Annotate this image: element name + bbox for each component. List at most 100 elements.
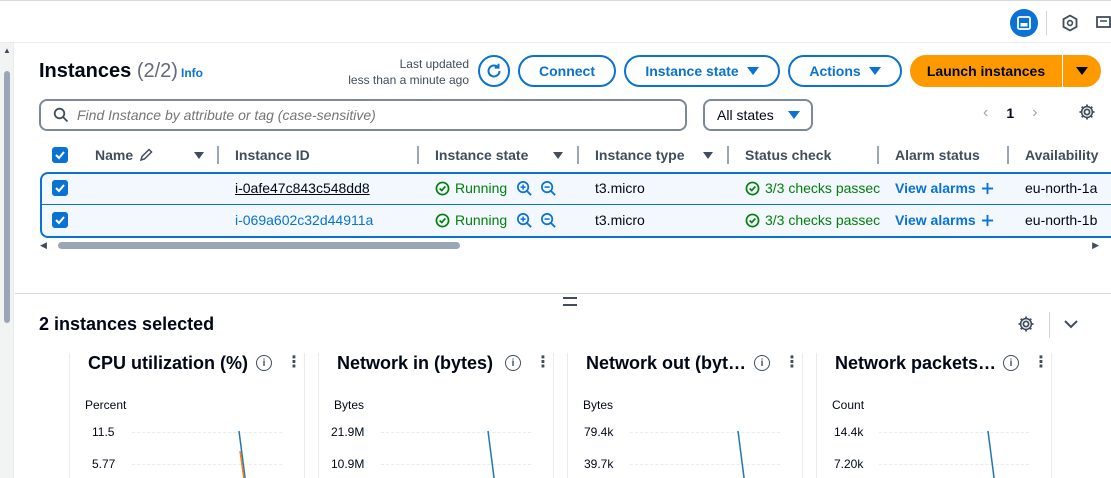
- top-bar: [0, 0, 1111, 43]
- search-icon: [53, 107, 69, 123]
- instance-state-button[interactable]: Instance state: [624, 55, 780, 87]
- status-check-cell: 3/3 checks passec: [745, 178, 880, 198]
- caret-down-icon: [1076, 67, 1088, 75]
- info-link[interactable]: Info: [181, 66, 203, 80]
- instance-state-text: Running: [455, 212, 508, 228]
- plus-icon: [981, 214, 993, 226]
- column-resizer[interactable]: [217, 146, 219, 164]
- page-number[interactable]: 1: [1006, 105, 1014, 121]
- search-input[interactable]: [77, 107, 657, 123]
- scroll-right-icon[interactable]: ▶: [1092, 240, 1099, 251]
- column-name-label: Name: [95, 147, 134, 163]
- metric-card-network-in: Network in (bytes) i ⋮ Bytes 21.9M 10.9M: [318, 353, 554, 478]
- divider: [1046, 11, 1047, 35]
- states-select[interactable]: All states: [703, 99, 813, 131]
- sort-icon[interactable]: [553, 152, 563, 159]
- scroll-thumb[interactable]: [58, 242, 460, 249]
- row-checkbox[interactable]: [52, 180, 68, 196]
- refresh-button[interactable]: [478, 55, 510, 87]
- column-instance-state-label: Instance state: [435, 147, 529, 163]
- selected-title: 2 instances selected: [39, 314, 215, 334]
- column-instance-id[interactable]: Instance ID: [235, 140, 310, 170]
- instance-id-cell[interactable]: i-0afe47c843c548dd8: [235, 178, 370, 198]
- check-circle-icon: [745, 181, 760, 195]
- metric-card-network-out: Network out (byt… i ⋮ Bytes 79.4k 39.7k: [567, 353, 803, 478]
- column-resizer[interactable]: [577, 146, 579, 164]
- horizontal-scrollbar[interactable]: ◀ ▶: [40, 240, 1111, 252]
- column-resizer[interactable]: [877, 146, 879, 164]
- sparkline: [987, 430, 995, 478]
- prev-page-icon[interactable]: ‹: [983, 104, 988, 122]
- last-updated-label: Last updated: [399, 57, 469, 71]
- column-alarm-status-label: Alarm status: [895, 147, 980, 163]
- column-instance-state[interactable]: Instance state: [435, 140, 528, 170]
- plus-icon: [981, 182, 993, 194]
- page-title: Instances (2/2): [39, 60, 178, 83]
- hexagon-icon[interactable]: [1056, 9, 1084, 37]
- column-name[interactable]: Name: [95, 140, 153, 170]
- select-all-checkbox[interactable]: [52, 147, 68, 163]
- view-alarms-label: View alarms: [895, 180, 976, 196]
- column-resizer[interactable]: [727, 146, 729, 164]
- instance-id-link[interactable]: i-0afe47c843c548dd8: [235, 180, 370, 196]
- connect-button[interactable]: Connect: [518, 55, 616, 87]
- feedback-icon[interactable]: [1090, 9, 1111, 37]
- scroll-thumb[interactable]: [4, 71, 10, 323]
- availability-zone-cell: eu-north-1a: [1025, 178, 1097, 198]
- table-header: Name Instance ID Instance state Instance…: [39, 140, 1111, 170]
- search-field[interactable]: [39, 99, 687, 131]
- split-divider: [15, 293, 1111, 294]
- edit-icon: [140, 148, 153, 162]
- column-instance-type[interactable]: Instance type: [595, 140, 684, 170]
- column-availability[interactable]: Availability: [1025, 140, 1098, 170]
- row-checkbox[interactable]: [52, 212, 68, 228]
- metric-card-network-packets: Network packets… i ⋮ Count 14.4k 7.20k: [816, 353, 1052, 478]
- zoom-out-icon[interactable]: [540, 212, 557, 229]
- scroll-up-icon[interactable]: ▲: [3, 46, 11, 55]
- table-settings-icon[interactable]: [1078, 103, 1096, 126]
- view-alarms-link[interactable]: View alarms: [895, 210, 994, 230]
- collapse-chevron-icon[interactable]: [1063, 316, 1079, 337]
- check-circle-icon: [435, 213, 450, 227]
- zoom-in-icon[interactable]: [516, 212, 533, 229]
- launch-instances-label: Launch instances: [926, 63, 1046, 79]
- caret-down-icon: [868, 67, 881, 75]
- zoom-in-icon[interactable]: [516, 180, 533, 197]
- next-page-icon[interactable]: ›: [1032, 104, 1037, 122]
- instance-type-cell: t3.micro: [595, 178, 645, 198]
- column-status-check-label: Status check: [745, 147, 832, 163]
- vertical-scrollbar[interactable]: ▲: [0, 43, 14, 478]
- instance-state-cell: Running: [435, 210, 557, 230]
- states-select-value: All states: [717, 107, 774, 123]
- instance-state-text: Running: [455, 180, 508, 196]
- instance-state-label: Instance state: [645, 63, 739, 79]
- instance-id-cell[interactable]: i-069a602c32d44911a: [235, 210, 373, 230]
- column-status-check[interactable]: Status check: [745, 140, 831, 170]
- launch-dropdown-button[interactable]: [1063, 55, 1101, 87]
- column-resizer[interactable]: [1007, 146, 1009, 164]
- column-instance-id-label: Instance ID: [235, 147, 310, 163]
- actions-button[interactable]: Actions: [788, 55, 902, 87]
- sparkline: [737, 430, 745, 478]
- details-settings-icon[interactable]: [1017, 315, 1035, 338]
- last-updated-value: less than a minute ago: [348, 73, 469, 87]
- view-alarms-label: View alarms: [895, 212, 976, 228]
- instance-type-text: t3.micro: [595, 212, 645, 228]
- column-alarm-status[interactable]: Alarm status: [895, 140, 980, 170]
- instance-type-cell: t3.micro: [595, 210, 645, 230]
- availability-zone-text: eu-north-1b: [1025, 212, 1098, 228]
- instance-count: (2/2): [136, 60, 178, 82]
- zoom-out-icon[interactable]: [540, 180, 557, 197]
- panel-icon[interactable]: [1010, 9, 1038, 37]
- instance-type-text: t3.micro: [595, 180, 645, 196]
- view-alarms-link[interactable]: View alarms: [895, 178, 994, 198]
- instance-id-link[interactable]: i-069a602c32d44911a: [235, 212, 373, 228]
- column-resizer[interactable]: [417, 146, 419, 164]
- row-divider: [40, 204, 1111, 205]
- launch-instances-button[interactable]: Launch instances: [910, 55, 1062, 87]
- drag-handle-icon[interactable]: [563, 297, 577, 306]
- sort-icon[interactable]: [703, 152, 713, 159]
- sort-icon[interactable]: [194, 152, 204, 159]
- refresh-icon: [487, 63, 501, 78]
- scroll-left-icon[interactable]: ◀: [40, 240, 47, 251]
